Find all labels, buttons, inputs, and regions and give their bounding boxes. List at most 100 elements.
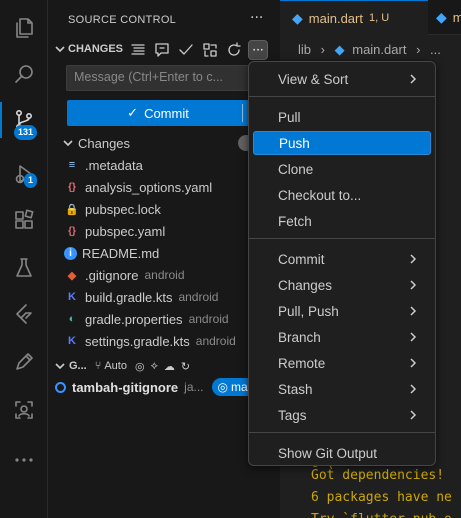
gradle-icon: ◐ [68, 313, 76, 325]
menu-item-label: Clone [278, 161, 314, 177]
flutter-icon[interactable] [0, 292, 48, 336]
file-name: build.gradle.kts [85, 289, 173, 305]
panel-more-button[interactable]: ··· [250, 10, 263, 26]
commit-chat-icon[interactable] [154, 42, 170, 58]
refresh-icon[interactable] [226, 42, 242, 58]
breadcrumb-folder[interactable]: lib [298, 42, 311, 57]
menu-item-push[interactable]: Push [253, 131, 431, 155]
chevron-down-icon [62, 137, 74, 149]
menu-item-label: Changes [278, 277, 333, 293]
menu-item-changes[interactable]: Changes [253, 273, 431, 297]
editor-tabs: ◆ main.dart 1, U ◆ m [280, 0, 461, 35]
extensions-icon[interactable] [0, 198, 48, 242]
file-item[interactable]: i README.md [48, 242, 280, 264]
terminal-line: Try `flutter pub o [311, 512, 452, 518]
graph-commit-row[interactable]: tambah-gitignore ja... ◎ mas [48, 376, 280, 398]
tab-label: m [452, 10, 461, 25]
chevron-right-icon [407, 73, 419, 85]
changes-section-label: CHANGES [68, 43, 124, 55]
chevron-right-icon [407, 331, 419, 343]
menu-item-checkout-to[interactable]: Checkout to... [253, 183, 431, 207]
file-item[interactable]: ◆ .gitignore android [48, 264, 280, 286]
menu-item-commit[interactable]: Commit [253, 247, 431, 271]
menu-item-pull-push[interactable]: Pull, Push [253, 299, 431, 323]
scm-more-actions-menu: View & Sort Pull Push Clone Checkout to... Fe… [248, 61, 436, 466]
file-name: analysis_options.yaml [85, 179, 213, 195]
menu-item-label: Pull [278, 109, 301, 125]
menu-item-pull[interactable]: Pull [253, 105, 431, 129]
commit-check-icon: ✓ [127, 105, 139, 120]
menu-item-fetch[interactable]: Fetch [253, 209, 431, 233]
menu-item-show-git-output[interactable]: Show Git Output [253, 441, 431, 465]
commit-author: ja... [184, 380, 204, 394]
fetch-icon[interactable]: ⟡ [151, 360, 158, 373]
file-item[interactable]: ≡ .metadata [48, 154, 280, 176]
more-icon[interactable] [0, 438, 48, 482]
dart-icon: ◆ [334, 42, 345, 57]
explorer-icon[interactable] [0, 6, 48, 50]
graph-section-header[interactable]: G... ⑂ Auto ◎ ⟡ ☁ ↻ [48, 355, 280, 377]
menu-item-tags[interactable]: Tags [253, 403, 431, 427]
menu-item-clone[interactable]: Clone [253, 157, 431, 181]
menu-separator [249, 238, 435, 239]
commit-message-input[interactable]: Message (Ctrl+Enter to c... [66, 65, 256, 91]
file-item[interactable]: {} analysis_options.yaml [48, 176, 280, 198]
testing-icon[interactable] [0, 246, 48, 290]
graph-icon[interactable] [202, 42, 218, 58]
edit-pen-icon[interactable] [0, 340, 48, 384]
menu-item-view-sort[interactable]: View & Sort [253, 67, 431, 91]
commit-node-icon [55, 381, 66, 393]
chevron-right-icon: › [320, 42, 325, 57]
menu-item-label: Remote [278, 355, 326, 371]
kotlin-icon: K [68, 335, 76, 347]
file-name: pubspec.yaml [85, 223, 166, 239]
file-item[interactable]: 🔒 pubspec.lock [48, 198, 280, 220]
menu-item-branch[interactable]: Branch [253, 325, 431, 349]
menu-item-label: Fetch [278, 213, 312, 229]
check-icon[interactable] [178, 42, 194, 58]
breadcrumb-file[interactable]: main.dart [352, 42, 406, 57]
menu-item-label: Checkout to... [278, 187, 362, 203]
commit-label: Commit [144, 105, 189, 121]
dart-icon: ◆ [436, 9, 447, 25]
kotlin-icon: K [68, 291, 76, 303]
file-folder: android [188, 312, 229, 326]
file-name: gradle.properties [85, 311, 183, 327]
menu-item-label: Show Git Output [278, 445, 378, 461]
chevron-right-icon: › [416, 42, 421, 57]
file-item[interactable]: {} pubspec.yaml [48, 220, 280, 242]
scm-count-badge: 131 [14, 125, 38, 140]
changes-group-label: Changes [78, 135, 131, 151]
view-as-tree-icon[interactable] [130, 42, 146, 58]
lock-icon: 🔒 [65, 203, 79, 216]
branch-target-icon: ◎ [217, 380, 228, 394]
remote-explorer-icon[interactable] [0, 388, 48, 432]
menu-separator [249, 96, 435, 97]
file-item[interactable]: ◐ gradle.properties android [48, 308, 280, 330]
vscode-window: 131 1 SOURCE CONTROL ··· CHANGES Message… [0, 0, 461, 518]
search-icon[interactable] [0, 52, 48, 96]
file-item[interactable]: Ksettings.gradle.kts android [48, 330, 280, 352]
chevron-down-icon [54, 360, 66, 372]
cloud-icon[interactable]: ☁ [164, 360, 175, 373]
refresh-icon[interactable]: ↻ [181, 360, 190, 373]
source-control-panel: SOURCE CONTROL ··· CHANGES Message (Ctrl… [48, 0, 280, 518]
terminal-line: 6 packages have ne [311, 490, 452, 505]
tab-second[interactable]: ◆ m [428, 0, 461, 35]
commit-split-divider [242, 104, 243, 122]
commit-button[interactable]: ✓ Commit [67, 100, 249, 126]
target-icon[interactable]: ◎ [135, 360, 145, 373]
menu-item-stash[interactable]: Stash [253, 377, 431, 401]
file-item[interactable]: Kbuild.gradle.kts android [48, 286, 280, 308]
auto-label[interactable]: Auto [104, 360, 127, 372]
file-name: .metadata [85, 157, 143, 173]
tab-main-dart[interactable]: ◆ main.dart 1, U [280, 0, 428, 35]
commit-message: tambah-gitignore [72, 379, 179, 395]
run-debug-icon[interactable] [0, 152, 48, 196]
menu-item-label: Commit [278, 251, 325, 267]
menu-item-remote[interactable]: Remote [253, 351, 431, 375]
breadcrumb-more[interactable]: ... [430, 42, 441, 57]
file-name: pubspec.lock [85, 201, 161, 217]
more-actions-button[interactable]: ··· [248, 40, 268, 60]
file-name: settings.gradle.kts [85, 333, 190, 349]
